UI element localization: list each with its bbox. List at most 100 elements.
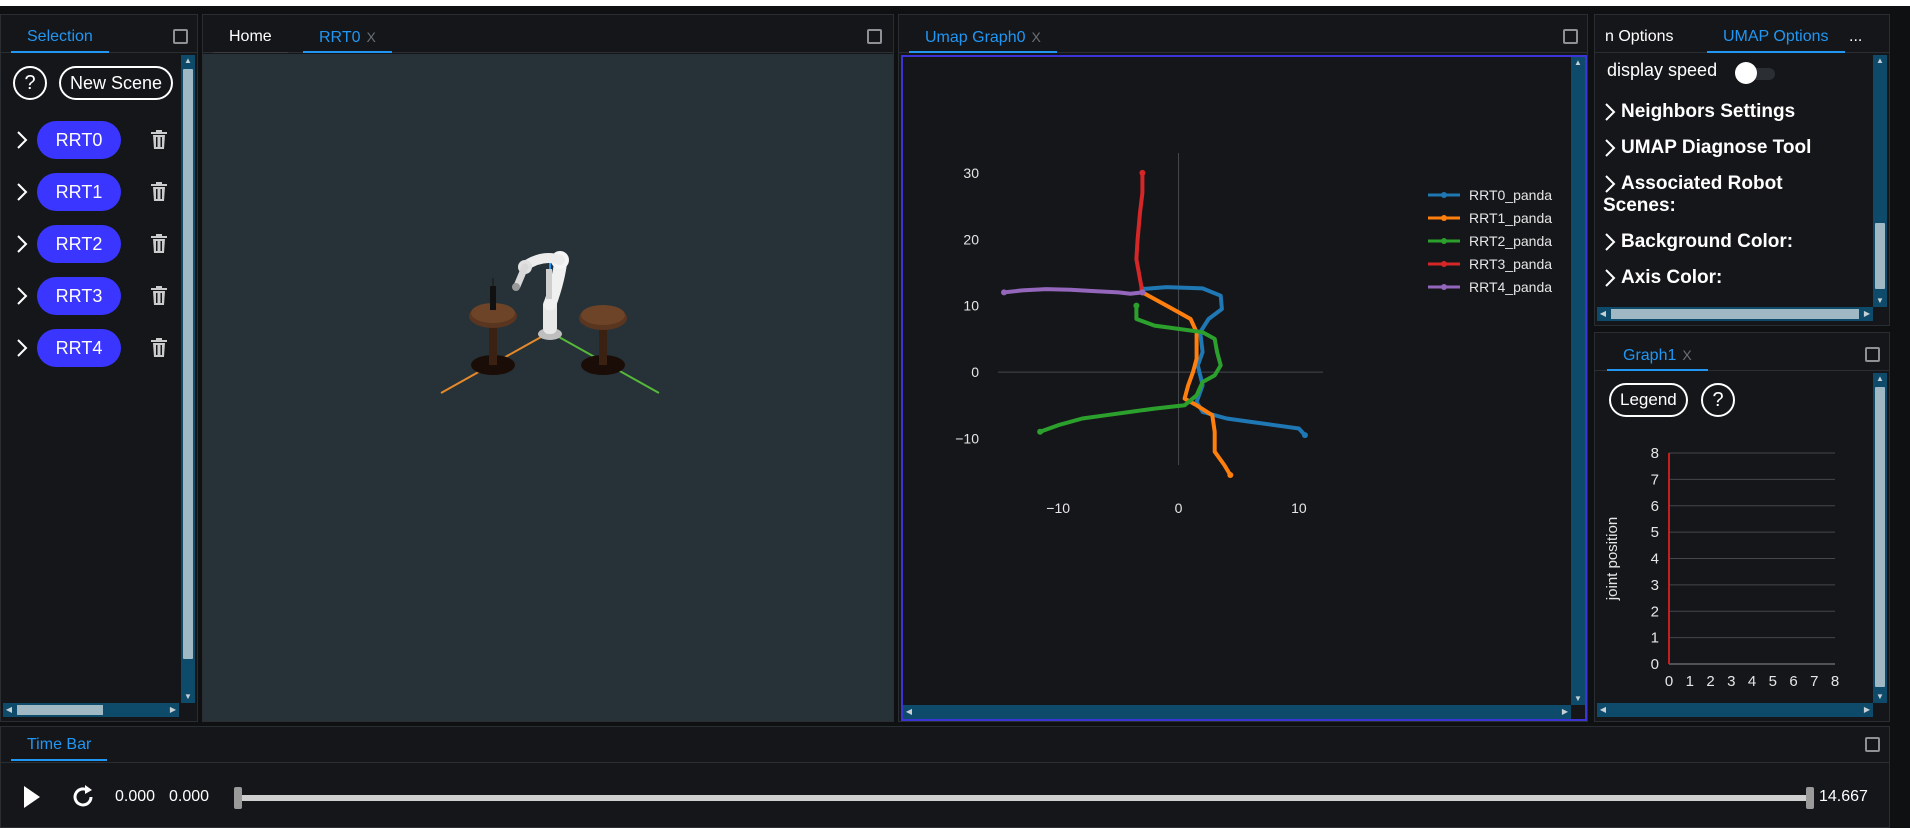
- scroll-up-icon[interactable]: ▲: [1873, 373, 1887, 385]
- vertical-scrollbar[interactable]: ▲ ▼: [181, 55, 195, 703]
- tab-umap-graph0[interactable]: Umap Graph0 X: [909, 23, 1057, 53]
- chevron-right-icon[interactable]: [15, 286, 29, 306]
- section-axis-color[interactable]: Axis Color:: [1603, 267, 1722, 289]
- scroll-down-icon[interactable]: ▼: [1873, 691, 1887, 703]
- tab-umap-options[interactable]: UMAP Options: [1707, 23, 1845, 53]
- tab-graph1[interactable]: Graph1 X: [1607, 341, 1708, 371]
- left-table: [469, 278, 517, 375]
- scene-button-rrt4[interactable]: RRT4: [37, 329, 121, 367]
- scene-button-rrt3[interactable]: RRT3: [37, 277, 121, 315]
- tab-time-bar[interactable]: Time Bar: [11, 731, 108, 761]
- scroll-right-icon[interactable]: ▶: [1861, 703, 1873, 717]
- scroll-up-icon[interactable]: ▲: [1873, 55, 1887, 67]
- scene-item-rrt4: RRT4: [11, 329, 171, 369]
- scrollbar-thumb[interactable]: [1875, 223, 1885, 289]
- horizontal-scrollbar[interactable]: ◀ ▶: [1597, 703, 1873, 717]
- legend-marker: [1441, 261, 1447, 267]
- scroll-right-icon[interactable]: ▶: [1861, 307, 1873, 321]
- series-end-point: [1301, 432, 1308, 439]
- selection-panel: Selection ? New Scene RRT0 RRT1 RRT2 RRT…: [0, 14, 198, 722]
- scroll-left-icon[interactable]: ◀: [1597, 307, 1609, 321]
- help-button[interactable]: ?: [1701, 383, 1735, 417]
- maximize-button[interactable]: [1865, 737, 1880, 752]
- section-background-color[interactable]: Background Color:: [1603, 231, 1793, 253]
- umap-plot-area[interactable]: −10 0 10 20 30 −10 0 10 RRT0_panda RRT1_panda RRT2…: [901, 55, 1587, 721]
- horizontal-scrollbar[interactable]: ◀ ▶: [1597, 307, 1873, 321]
- maximize-button[interactable]: [867, 29, 882, 44]
- vertical-scrollbar[interactable]: ▲ ▼: [1873, 373, 1887, 703]
- timeline-start-handle[interactable]: [234, 787, 242, 809]
- scroll-right-icon[interactable]: ▶: [1559, 705, 1571, 719]
- scene-item-rrt0: RRT0: [11, 121, 171, 161]
- legend-label: RRT3_panda: [1469, 256, 1552, 272]
- y-tick-label: 8: [1651, 445, 1659, 462]
- y-tick-label: 7: [1651, 471, 1659, 488]
- scroll-down-icon[interactable]: ▼: [1873, 295, 1887, 307]
- section-associated-robot-scenes[interactable]: Associated Robot Scenes:: [1603, 173, 1813, 217]
- trash-icon[interactable]: [150, 182, 168, 202]
- timeline-end-handle[interactable]: [1806, 787, 1814, 809]
- legend-label: RRT4_panda: [1469, 279, 1552, 295]
- trash-icon[interactable]: [150, 130, 168, 150]
- scroll-down-icon[interactable]: ▼: [181, 691, 195, 703]
- x-tick-label: 0: [1175, 500, 1183, 516]
- tab-rrt0-label: RRT0: [319, 29, 361, 46]
- tab-home[interactable]: Home: [213, 23, 288, 53]
- scroll-left-icon[interactable]: ◀: [3, 703, 15, 717]
- joint-position-chart[interactable]: 012345678012345678Timejoint position: [1597, 427, 1873, 689]
- replay-icon[interactable]: [70, 784, 96, 810]
- trash-icon[interactable]: [150, 234, 168, 254]
- maximize-button[interactable]: [1563, 29, 1578, 44]
- scroll-left-icon[interactable]: ◀: [1597, 703, 1609, 717]
- chevron-right-icon[interactable]: [15, 338, 29, 358]
- chevron-right-icon[interactable]: [15, 130, 29, 150]
- scene-viewport[interactable]: [203, 54, 893, 721]
- tab-selection[interactable]: Selection: [11, 23, 109, 53]
- chevron-right-icon: [1605, 269, 1616, 287]
- scroll-up-icon[interactable]: ▲: [1571, 57, 1585, 69]
- scroll-down-icon[interactable]: ▼: [1571, 693, 1585, 705]
- close-icon[interactable]: X: [1682, 347, 1691, 363]
- timebar-panel: Time Bar 0.000 0.000 14.667: [0, 726, 1890, 828]
- vertical-scrollbar[interactable]: ▲ ▼: [1873, 55, 1887, 307]
- more-tabs-button[interactable]: ...: [1845, 23, 1866, 53]
- tab-umap-graph0-label: Umap Graph0: [925, 29, 1026, 46]
- trash-icon[interactable]: [150, 338, 168, 358]
- scrollbar-thumb[interactable]: [1875, 387, 1885, 687]
- scrollbar-thumb[interactable]: [1611, 309, 1859, 319]
- timeline-slider[interactable]: [234, 787, 1814, 809]
- close-icon[interactable]: X: [367, 29, 376, 45]
- horizontal-scrollbar[interactable]: ◀ ▶: [3, 703, 179, 717]
- scene-button-rrt2[interactable]: RRT2: [37, 225, 121, 263]
- scene-button-rrt1[interactable]: RRT1: [37, 173, 121, 211]
- chevron-right-icon[interactable]: [15, 234, 29, 254]
- x-tick-label: 6: [1789, 673, 1797, 689]
- tab-n-options[interactable]: n Options: [1589, 23, 1689, 53]
- scroll-right-icon[interactable]: ▶: [167, 703, 179, 717]
- end-time: 14.667: [1819, 788, 1868, 805]
- maximize-button[interactable]: [1865, 347, 1880, 362]
- scrollbar-thumb[interactable]: [183, 69, 193, 659]
- section-neighbors-settings[interactable]: Neighbors Settings: [1603, 101, 1795, 123]
- scene-button-rrt0[interactable]: RRT0: [37, 121, 121, 159]
- vertical-scrollbar[interactable]: ▲ ▼: [1571, 57, 1585, 705]
- tab-rrt0[interactable]: RRT0 X: [303, 23, 392, 53]
- section-umap-diagnose-tool[interactable]: UMAP Diagnose Tool: [1603, 137, 1811, 159]
- legend-button[interactable]: Legend: [1609, 383, 1688, 417]
- legend-marker: [1441, 215, 1447, 221]
- trash-icon[interactable]: [150, 286, 168, 306]
- scroll-up-icon[interactable]: ▲: [181, 55, 195, 67]
- new-scene-label: New Scene: [70, 73, 163, 93]
- close-icon[interactable]: X: [1032, 29, 1041, 45]
- horizontal-scrollbar[interactable]: ◀ ▶: [903, 705, 1571, 719]
- umap-chart[interactable]: −10 0 10 20 30 −10 0 10 RRT0_panda RRT1_panda RRT2…: [903, 57, 1575, 711]
- scrollbar-thumb[interactable]: [17, 705, 103, 715]
- chevron-right-icon[interactable]: [15, 182, 29, 202]
- new-scene-button[interactable]: New Scene: [59, 66, 174, 100]
- y-tick-label: 0: [971, 364, 979, 380]
- maximize-button[interactable]: [173, 29, 188, 44]
- display-speed-toggle[interactable]: [1733, 61, 1777, 85]
- play-icon[interactable]: [21, 784, 43, 810]
- scroll-left-icon[interactable]: ◀: [903, 705, 915, 719]
- help-button[interactable]: ?: [13, 66, 47, 100]
